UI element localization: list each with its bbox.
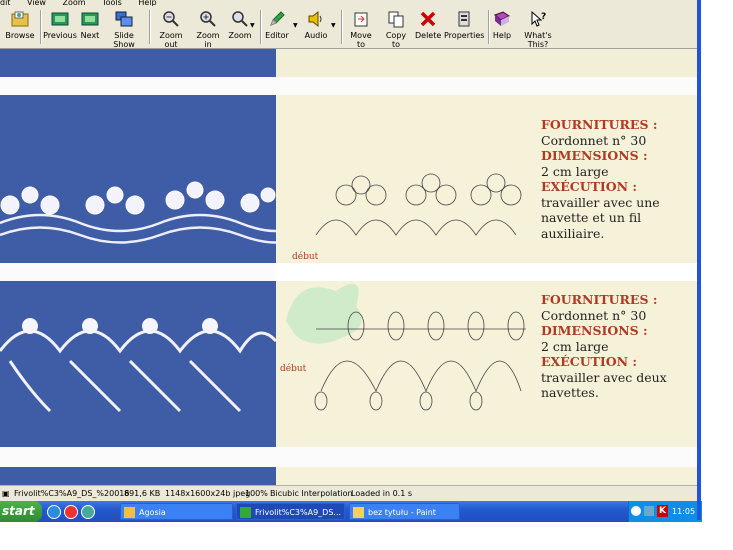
properties-button[interactable]: Properties	[444, 8, 484, 46]
fournitures-value-2: Cordonnet n° 30	[541, 307, 647, 323]
delete-button[interactable]: Delete	[415, 8, 441, 46]
execution-heading-2: EXÉCUTION :	[541, 354, 638, 369]
help-button[interactable]: Help	[491, 8, 513, 46]
execution-heading-1: EXÉCUTION :	[541, 179, 638, 194]
tatting-diagram-2: début	[280, 283, 526, 411]
fournitures-heading-2: FOURNITURES :	[541, 292, 658, 307]
tatting-diagram-1: début	[292, 173, 522, 262]
turtle-watermark-icon	[286, 283, 362, 344]
taskbar-item-agosia[interactable]: Agosia	[120, 503, 233, 520]
previous-icon	[51, 12, 69, 26]
zoom-button[interactable]: Zoom	[228, 8, 252, 46]
page-gap	[0, 77, 697, 95]
toolbar: Browse Previous Next Slide Show Zoom out…	[0, 6, 697, 49]
zoom-in-icon	[200, 11, 216, 27]
copy-to-button[interactable]: Copy to	[381, 8, 411, 49]
quicklaunch-desktop-icon[interactable]	[47, 505, 61, 519]
toolbar-separator	[488, 10, 490, 44]
lace-edging-1-image	[0, 181, 301, 244]
start-button[interactable]: start	[0, 501, 42, 522]
help-book-icon	[494, 11, 510, 26]
tray-network-icon[interactable]	[644, 506, 654, 516]
editor-dropdown-arrow-icon[interactable]: ▼	[293, 22, 298, 29]
properties-icon	[458, 11, 470, 27]
zoom-icon	[232, 11, 248, 27]
zoom-out-button[interactable]: Zoom out	[153, 8, 189, 49]
svg-text:?: ?	[541, 12, 546, 22]
zoom-out-icon	[163, 11, 179, 27]
status-interpolation: Bicubic Interpolation	[270, 489, 353, 498]
debut-label-2: début	[280, 363, 307, 374]
taskbar-item-paint[interactable]: bez tytułu - Paint	[349, 503, 460, 520]
folder-browse-icon	[11, 11, 29, 27]
status-dimensions: 1148x1600x24b jpeg	[165, 489, 251, 498]
delete-x-icon	[420, 11, 436, 27]
execution-line: travailler avec une	[541, 194, 660, 210]
execution-line: travailler avec deux	[541, 369, 667, 385]
toolbar-separator	[40, 10, 42, 44]
status-zoom: 100%	[245, 489, 268, 498]
lace-photo-top	[0, 49, 276, 77]
lace-photo-bottom	[0, 467, 276, 485]
lace-edging-2-image	[0, 318, 278, 413]
speaker-icon	[308, 10, 322, 28]
paint-icon	[353, 507, 364, 518]
fournitures-value-1: Cordonnet n° 30	[541, 132, 647, 148]
whats-this-icon: ?	[531, 10, 546, 27]
move-to-icon	[354, 12, 368, 27]
tray-chevron-icon[interactable]	[631, 506, 641, 516]
dimensions-heading-2: DIMENSIONS :	[541, 323, 648, 338]
taskbar-item-image-viewer[interactable]: Frivolit%C3%A9_DS...	[236, 503, 345, 520]
quicklaunch-ie-icon[interactable]	[81, 505, 95, 519]
previous-button[interactable]: Previous	[43, 8, 77, 46]
page-gap	[0, 447, 697, 467]
browse-button[interactable]: Browse	[2, 8, 38, 46]
move-to-button[interactable]: Move to	[345, 8, 377, 49]
execution-line: auxiliaire.	[541, 225, 605, 241]
dimensions-value-2: 2 cm large	[541, 338, 609, 354]
lace-photo-1	[0, 95, 301, 263]
editor-button[interactable]: Editor	[264, 8, 290, 46]
copy-to-icon	[388, 11, 404, 28]
next-icon	[81, 12, 99, 26]
status-bar: ▣ Frivolit%C3%A9_DS_%20016 891,6 KB 1148…	[0, 485, 697, 502]
zoom-in-button[interactable]: Zoom in	[193, 8, 223, 49]
status-load-time: Loaded in 0.1 s	[351, 489, 413, 498]
toolbar-separator	[341, 10, 343, 44]
status-filename: Frivolit%C3%A9_DS_%20016	[14, 489, 130, 498]
whats-this-button[interactable]: ? What's This?	[515, 8, 561, 49]
debut-label-1: début	[292, 251, 319, 262]
slideshow-icon	[115, 11, 133, 27]
system-tray: K 11:05	[628, 501, 702, 522]
audio-dropdown-arrow-icon[interactable]: ▼	[331, 22, 336, 29]
dimensions-value-1: 2 cm large	[541, 163, 609, 179]
toolbar-separator	[260, 10, 262, 44]
taskbar: start Agosia Frivolit%C3%A9_DS... bez ty…	[0, 501, 702, 522]
tray-antivirus-k-icon[interactable]: K	[657, 505, 668, 517]
quicklaunch-opera-icon[interactable]	[64, 505, 78, 519]
editor-pen-icon	[270, 11, 285, 26]
lace-photo-2	[0, 281, 278, 447]
image-viewer-icon	[240, 507, 251, 518]
execution-line: navettes.	[541, 385, 599, 400]
tray-clock[interactable]: 11:05	[672, 501, 695, 522]
next-button[interactable]: Next	[79, 8, 101, 46]
image-file-icon: ▣	[2, 489, 10, 498]
image-viewport[interactable]: début FOURNITURES : Cordonnet n° 30 DIME…	[0, 49, 697, 485]
execution-line: navette et un fil	[541, 210, 642, 225]
zoom-dropdown-arrow-icon[interactable]: ▼	[250, 22, 255, 29]
slideshow-button[interactable]: Slide Show	[104, 8, 144, 49]
paper-bottom	[276, 467, 697, 485]
fournitures-heading-1: FOURNITURES :	[541, 117, 658, 132]
window-right-border	[697, 0, 701, 520]
status-filesize: 891,6 KB	[124, 489, 161, 498]
audio-button[interactable]: Audio	[303, 8, 329, 46]
page-gap	[0, 263, 276, 281]
dimensions-heading-1: DIMENSIONS :	[541, 148, 648, 163]
pattern-1-text: FOURNITURES : Cordonnet n° 30 DIMENSIONS…	[541, 117, 660, 241]
toolbar-separator	[149, 10, 151, 44]
paper-top	[276, 49, 697, 77]
pattern-2-text: FOURNITURES : Cordonnet n° 30 DIMENSIONS…	[541, 292, 667, 401]
folder-icon	[124, 507, 135, 518]
